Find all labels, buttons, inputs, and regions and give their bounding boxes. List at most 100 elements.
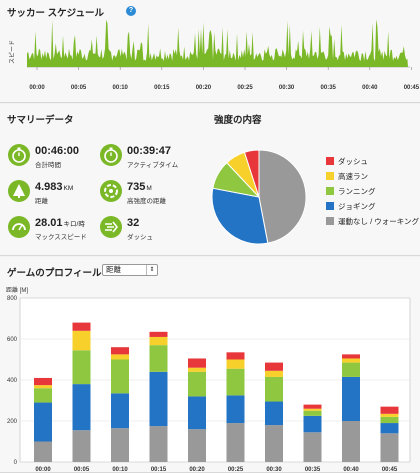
x-tick-label: 00:45 bbox=[382, 467, 398, 473]
legend-swatch bbox=[326, 172, 334, 180]
metric-unit: M bbox=[146, 185, 152, 192]
metric-value: 32 bbox=[127, 217, 140, 229]
metric-4: 735M 高強度の距離 bbox=[100, 180, 195, 208]
stopwatch-icon bbox=[100, 144, 122, 166]
bar-segment bbox=[226, 368, 245, 396]
y-tick-label: 0 bbox=[14, 460, 18, 466]
bar-segment bbox=[226, 395, 245, 424]
speed-tick-label: 00:15 bbox=[154, 85, 170, 91]
bar-segment bbox=[226, 423, 245, 462]
y-tick-label: 600 bbox=[7, 337, 18, 343]
metric-6: 32 ダッシュ bbox=[100, 216, 195, 244]
pie-slice bbox=[258, 149, 307, 244]
metric-1: 00:46:00 合計時間 bbox=[8, 144, 103, 172]
bar-segment bbox=[149, 345, 168, 372]
metric-2: 00:39:47 アクティブタイム bbox=[100, 144, 195, 172]
bar-segment bbox=[226, 352, 245, 360]
bar-segment bbox=[303, 404, 322, 409]
speedometer-icon bbox=[8, 216, 30, 238]
metric-label: 距離 bbox=[35, 198, 48, 205]
bar-segment bbox=[188, 358, 206, 368]
y-tick-label: 800 bbox=[7, 296, 18, 302]
speed-tick-label: 00:00 bbox=[29, 85, 45, 91]
y-tick-label: 200 bbox=[7, 419, 18, 425]
bar-segment bbox=[111, 354, 129, 360]
metric-value: 28.01キロ/時 bbox=[35, 217, 85, 229]
x-tick-label: 00:15 bbox=[151, 467, 167, 473]
sprint-icon bbox=[100, 216, 122, 238]
metric-label: アクティブタイム bbox=[127, 162, 179, 169]
bar-segment bbox=[34, 388, 52, 403]
y-tick-label: 400 bbox=[7, 378, 18, 384]
speed-tick-label: 00:25 bbox=[237, 85, 253, 91]
bar-segment bbox=[380, 416, 399, 424]
bar-segment bbox=[303, 408, 322, 411]
bar-segment bbox=[34, 402, 52, 442]
metric-unit: KM bbox=[63, 185, 74, 192]
bar-segment bbox=[72, 330, 91, 351]
bar-segment bbox=[188, 429, 206, 462]
legend-swatch bbox=[326, 202, 334, 210]
bar-segment bbox=[72, 350, 91, 385]
metric-value: 4.983KM bbox=[35, 181, 74, 193]
bar-segment bbox=[303, 432, 322, 462]
bar-segment bbox=[72, 430, 91, 462]
legend-swatch bbox=[326, 187, 334, 195]
bar-segment bbox=[72, 384, 91, 431]
bar-segment bbox=[265, 376, 283, 402]
bar-segment bbox=[303, 415, 322, 433]
schedule-panel: サッカー スケジュール ? スピード 00:00 00:05 00:10 00:15 0… bbox=[0, 0, 420, 103]
metric-unit: キロ/時 bbox=[63, 221, 85, 228]
x-tick-label: 00:25 bbox=[228, 467, 244, 473]
speed-tick-label: 00:30 bbox=[279, 85, 295, 91]
bar-segment bbox=[342, 358, 360, 363]
bar-segment bbox=[34, 385, 52, 389]
legend-swatch bbox=[326, 157, 334, 165]
metric-value: 00:39:47 bbox=[127, 145, 172, 157]
metric-label: マックススピード bbox=[35, 234, 87, 241]
bar-segment bbox=[149, 331, 168, 337]
x-tick-label: 00:35 bbox=[305, 467, 321, 473]
x-tick-label: 00:00 bbox=[35, 467, 51, 473]
metric-label: ダッシュ bbox=[127, 234, 153, 241]
bar-segment bbox=[111, 347, 129, 355]
bar-segment bbox=[149, 371, 168, 427]
bar-segment bbox=[188, 396, 206, 430]
x-tick-label: 00:10 bbox=[112, 467, 128, 473]
speed-tick-label: 00:05 bbox=[71, 85, 87, 91]
bar-segment bbox=[342, 354, 360, 359]
metric-value: 00:46:00 bbox=[35, 145, 80, 157]
bar-segment bbox=[188, 371, 206, 397]
legend-label: 高速ラン bbox=[338, 172, 368, 181]
metric-value: 735M bbox=[127, 181, 152, 193]
bar-segment bbox=[342, 376, 360, 421]
profile-bar-chart: 0 200 400 600 800 00:00 00:05 00:10 00:15 00:20 00… bbox=[7, 296, 411, 473]
summary-title: サマリーデータ bbox=[7, 115, 74, 126]
x-tick-label: 00:30 bbox=[266, 467, 282, 473]
bar-segment bbox=[380, 406, 399, 414]
x-tick-label: 00:20 bbox=[189, 467, 205, 473]
summary-panel: サマリーデータ 00:46:00 合計時間 00:39:47 アクティブタイム 4.98… bbox=[0, 104, 420, 256]
bar-segment bbox=[342, 362, 360, 377]
bar-segment bbox=[303, 410, 322, 416]
bar-segment bbox=[188, 367, 206, 372]
bar-segment bbox=[149, 426, 168, 462]
metric-label: 高強度の距離 bbox=[127, 198, 166, 205]
legend-swatch bbox=[326, 217, 334, 225]
speed-tick-label: 00:40 bbox=[362, 85, 378, 91]
metric-label: 合計時間 bbox=[35, 162, 61, 169]
bar-segment bbox=[265, 370, 283, 377]
legend-label: ジョギング bbox=[338, 202, 376, 211]
profile-panel: ゲームのプロフィール 距離 ⇕ 距離 [M] 0 200 400 600 800 00:0… bbox=[0, 257, 420, 473]
distance-icon bbox=[8, 180, 30, 202]
bar-segment bbox=[149, 336, 168, 346]
bar-segment bbox=[226, 359, 245, 369]
legend-label: ダッシュ bbox=[338, 157, 368, 166]
bar-segment bbox=[265, 401, 283, 426]
bar-segment bbox=[111, 428, 129, 462]
x-tick-label: 00:40 bbox=[343, 467, 359, 473]
speed-tick-label: 00:10 bbox=[113, 85, 129, 91]
bar-segment bbox=[265, 362, 283, 371]
bar-segment bbox=[380, 423, 399, 434]
stopwatch-icon bbox=[8, 144, 30, 166]
